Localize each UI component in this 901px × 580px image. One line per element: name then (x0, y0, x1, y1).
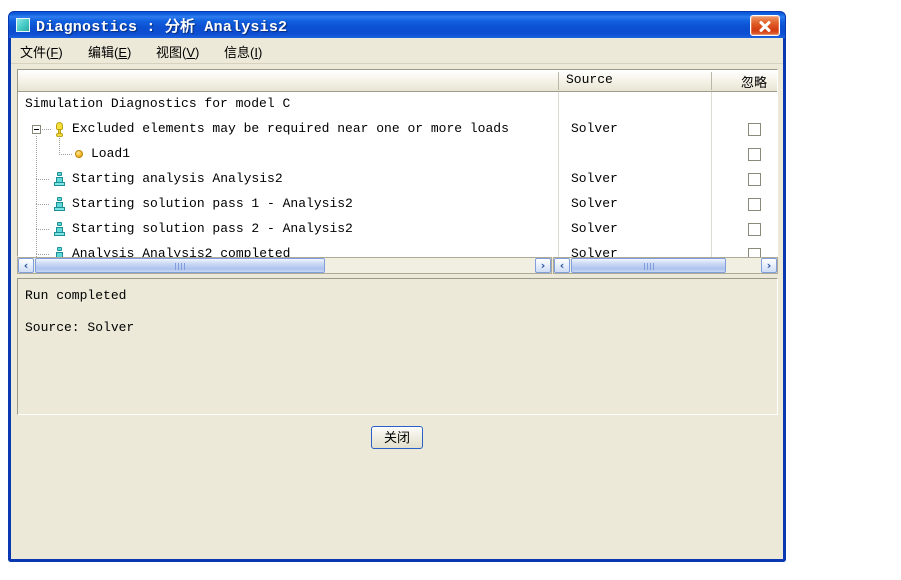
tree-guide-v (36, 204, 37, 229)
detail-pane: Run completed Source: Solver (17, 278, 778, 415)
table-row[interactable]: Simulation Diagnostics for model C (18, 92, 777, 117)
bullet-icon (75, 150, 83, 158)
scroll-left-arrow[interactable]: ‹ (554, 258, 570, 273)
close-button[interactable]: 关闭 (371, 426, 423, 449)
tree-guide-v (36, 179, 37, 204)
row-message: Starting analysis Analysis2 (72, 171, 283, 186)
tree-hscrollbar-right[interactable]: ‹ › (553, 257, 778, 274)
ignore-checkbox[interactable] (748, 223, 761, 236)
row-message: Excluded elements may be required near o… (72, 121, 509, 136)
table-row[interactable]: Analysis Analysis2 completed Solver (18, 229, 777, 258)
menu-info-label: 信息 (224, 45, 251, 60)
warning-icon (53, 122, 66, 137)
ignore-checkbox[interactable] (748, 198, 761, 211)
table-row[interactable]: Load1 (18, 136, 777, 167)
info-icon (53, 222, 66, 236)
app-icon (16, 18, 30, 32)
table-row[interactable]: Starting solution pass 1 - Analysis2 Sol… (18, 179, 777, 217)
menubar: 文件(F) 编辑(E) 视图(V) 信息(I) (11, 38, 783, 64)
tree-header: Source 忽略 (18, 70, 777, 92)
menu-item-file[interactable]: 文件(F) (20, 42, 63, 61)
ignore-checkbox[interactable] (748, 123, 761, 136)
menu-edit-accel: E (118, 45, 128, 60)
detail-message: Run completed (25, 288, 127, 303)
column-header-ignore[interactable]: 忽略 (741, 72, 767, 91)
table-row[interactable]: Starting solution pass 2 - Analysis2 Sol… (18, 204, 777, 242)
tree-guide-h (59, 154, 73, 155)
row-source: Solver (571, 121, 618, 136)
menu-view-label: 视图 (156, 45, 183, 60)
scroll-thumb[interactable] (35, 258, 325, 273)
tree-hscrollbar-left[interactable]: ‹ › (17, 257, 552, 274)
menu-view-accel: V (186, 45, 196, 60)
menu-file-accel: F (50, 45, 59, 60)
tree-rows: Simulation Diagnostics for model C Exclu… (18, 92, 777, 258)
window-titlebar[interactable]: Diagnostics : 分析 Analysis2 (8, 11, 786, 38)
row-message: Load1 (91, 146, 131, 161)
tree-guide-v (59, 136, 60, 154)
menu-item-info[interactable]: 信息(I) (224, 42, 262, 61)
row-message: Starting solution pass 2 - Analysis2 (72, 221, 353, 236)
row-message: Starting solution pass 1 - Analysis2 (72, 196, 353, 211)
row-source: Solver (571, 171, 618, 186)
info-icon (53, 172, 66, 186)
scroll-right-arrow[interactable]: › (761, 258, 777, 273)
menu-item-edit[interactable]: 编辑(E) (88, 42, 131, 61)
tree-guide-v (36, 229, 37, 254)
close-window-button[interactable] (750, 15, 780, 36)
table-row[interactable]: Starting analysis Analysis2 Solver (18, 154, 777, 192)
menu-edit-label: 编辑 (88, 45, 115, 60)
tree-guide-v (36, 136, 37, 154)
scroll-right-arrow[interactable]: › (535, 258, 551, 273)
row-source: Solver (571, 196, 618, 211)
column-header-source[interactable]: Source (566, 72, 613, 87)
scroll-left-arrow[interactable]: ‹ (18, 258, 34, 273)
header-divider-2[interactable] (711, 72, 712, 90)
ignore-checkbox[interactable] (748, 173, 761, 186)
diagnostics-tree: Source 忽略 Simulation Diagnostics for mod… (17, 69, 778, 258)
detail-source: Source: Solver (25, 320, 135, 335)
row-source: Solver (571, 221, 618, 236)
tree-expander-collapse[interactable] (32, 125, 41, 134)
tree-guide-h (36, 254, 50, 255)
diagnostics-window: Diagnostics : 分析 Analysis2 文件(F) 编辑(E) 视… (8, 11, 786, 562)
window-title: Diagnostics : 分析 Analysis2 (36, 19, 288, 36)
scroll-thumb[interactable] (571, 258, 726, 273)
tree-guide-h (36, 204, 50, 205)
tree-guide-h (36, 179, 50, 180)
menu-info-accel: I (254, 45, 258, 60)
tree-guide-h (36, 229, 50, 230)
ignore-checkbox[interactable] (748, 148, 761, 161)
table-row[interactable]: Excluded elements may be required near o… (18, 117, 777, 142)
menu-file-label: 文件 (20, 45, 47, 60)
menu-item-view[interactable]: 视图(V) (156, 42, 199, 61)
header-divider-1[interactable] (558, 72, 559, 90)
info-icon (53, 197, 66, 211)
tree-guide-h (42, 129, 51, 130)
tree-guide-v (36, 154, 37, 179)
row-message: Simulation Diagnostics for model C (25, 96, 291, 111)
